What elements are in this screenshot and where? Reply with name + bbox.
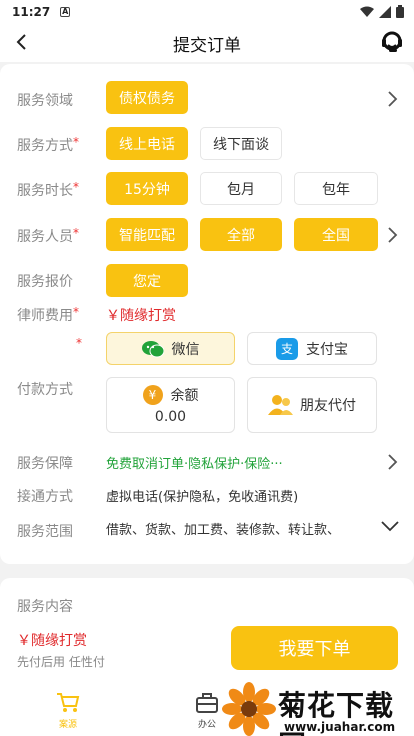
guarantee-label: 服务保障 [17, 456, 73, 472]
alipay-icon: 支 [276, 337, 298, 360]
flower-logo-icon [222, 682, 276, 736]
pay-friend-label: 朋友代付 [300, 398, 356, 414]
required-mark: * [73, 305, 79, 319]
pay-wechat-label: 微信 [171, 341, 200, 358]
cart-icon [57, 693, 80, 712]
place-order-button[interactable]: 我要下单 [231, 626, 398, 670]
scope-value: 借款、货款、加工费、装修款、转让款、 [106, 523, 341, 538]
payment-required-mark: * [76, 336, 82, 350]
friend-pay-icon [268, 395, 293, 415]
pay-balance-label: 余额 [170, 388, 199, 404]
tab-cases-label: 案源 [58, 720, 77, 730]
duration-option-15min[interactable]: 15分钟 [106, 172, 188, 205]
duration-option-monthly[interactable]: 包月 [200, 172, 282, 205]
pay-balance-value: 0.00 [154, 409, 187, 425]
duration-label: 服务时长* [17, 180, 79, 199]
briefcase-icon [196, 693, 218, 713]
personnel-option-smart[interactable]: 智能匹配 [106, 218, 188, 251]
notification-a-icon: A [60, 7, 71, 17]
required-mark: * [73, 180, 79, 194]
fee-label: 律师费用* [17, 305, 79, 324]
status-bar: 11:27 A [0, 0, 414, 24]
pay-balance-option[interactable]: ¥ 余额 0.00 [106, 377, 235, 433]
duration-option-yearly[interactable]: 包年 [294, 172, 378, 205]
tab-office-label: 办公 [197, 720, 216, 730]
battery-icon [396, 5, 404, 18]
signal-icon [379, 5, 391, 18]
tab-cases[interactable]: 案源 [48, 692, 88, 730]
footer-price: ￥随缘打赏 [17, 633, 87, 649]
pay-wechat-option[interactable]: 微信 [106, 332, 235, 365]
scope-chevron-down-icon[interactable] [380, 519, 400, 533]
personnel-option-all[interactable]: 全部 [200, 218, 282, 251]
wechat-icon [141, 340, 164, 357]
content-label: 服务内容 [17, 599, 73, 615]
required-mark: * [73, 226, 79, 240]
guarantee-value[interactable]: 免费取消订单·隐私保护·保险··· [106, 453, 283, 472]
balance-coin-icon: ¥ [142, 385, 163, 405]
page-title: 提交订单 [173, 35, 241, 56]
scope-label: 服务范围 [17, 524, 73, 540]
back-arrow-icon[interactable] [10, 30, 34, 54]
guarantee-chevron-right-icon[interactable] [386, 453, 398, 471]
status-icons [360, 5, 404, 18]
domain-chevron-right-icon[interactable] [386, 90, 398, 108]
payment-label: 付款方式 [17, 382, 73, 398]
quote-option-you-decide[interactable]: 您定 [106, 264, 188, 297]
method-label: 服务方式* [17, 135, 79, 154]
domain-label: 服务领域 [17, 93, 73, 109]
tab-office[interactable]: 办公 [187, 692, 227, 730]
customer-service-icon[interactable] [378, 28, 406, 56]
personnel-label: 服务人员* [17, 226, 79, 245]
personnel-option-nationwide[interactable]: 全国 [294, 218, 378, 251]
domain-option-debt[interactable]: 债权债务 [106, 81, 188, 114]
site-watermark: 菊花下载网 www.juahar.com [222, 680, 414, 736]
order-form-card: 服务领域 债权债务 服务方式* 线上电话 线下面谈 服务时长* 15分钟 包月 … [0, 64, 414, 564]
method-option-online-phone[interactable]: 线上电话 [106, 127, 188, 160]
pay-alipay-option[interactable]: 支 支付宝 [247, 332, 377, 365]
personnel-chevron-right-icon[interactable] [386, 226, 398, 244]
quote-label: 服务报价 [17, 274, 73, 290]
footer-note: 先付后用 任性付 [17, 655, 105, 669]
connect-value: 虚拟电话(保护隐私，免收通讯费) [106, 490, 299, 505]
pay-alipay-label: 支付宝 [306, 341, 348, 358]
method-option-offline[interactable]: 线下面谈 [200, 127, 282, 160]
connect-label: 接通方式 [17, 489, 73, 505]
watermark-url: www.juahar.com [284, 720, 396, 734]
pay-friend-option[interactable]: 朋友代付 [247, 377, 377, 433]
fee-value: ￥随缘打赏 [106, 308, 176, 324]
wifi-icon [360, 6, 374, 17]
required-mark: * [73, 135, 79, 149]
nav-bar: 提交订单 [0, 24, 414, 62]
status-time: 11:27 [12, 5, 51, 19]
